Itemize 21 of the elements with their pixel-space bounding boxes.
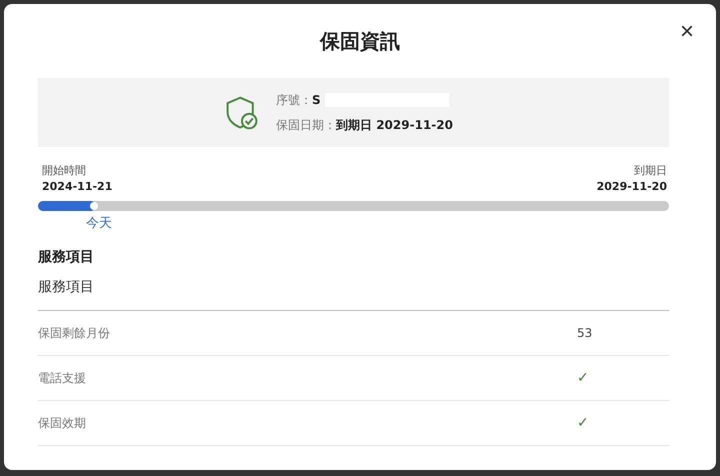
start-date: 2024-11-21 (42, 180, 112, 193)
check-mark: ✓ (577, 415, 590, 431)
section-heading: 服務項目 (38, 248, 95, 266)
warranty-date-value: 到期日 2029-11-20 (336, 116, 453, 134)
end-date: 2029-11-20 (596, 180, 667, 193)
dialog-title: 保固資訊 (320, 28, 400, 54)
serial-label: 序號： (276, 92, 312, 108)
warranty-date-label: 保固日期： (276, 116, 336, 134)
service-name: 電話支援 (38, 370, 87, 386)
shield-check-icon (224, 94, 260, 132)
end-label: 到期日 (633, 163, 667, 178)
column-header: 服務項目 (38, 266, 669, 311)
today-label: 今天 (86, 216, 112, 231)
start-label: 開始時間 (42, 163, 87, 178)
service-value: 53 (577, 326, 594, 340)
check-mark: ✓ (577, 370, 590, 386)
today-marker (90, 202, 98, 210)
service-name: 保固效期 (38, 414, 87, 432)
service-name: 保固剩餘月份 (38, 324, 111, 342)
close-button[interactable]: × (674, 18, 700, 46)
serial-value: S (312, 93, 321, 107)
